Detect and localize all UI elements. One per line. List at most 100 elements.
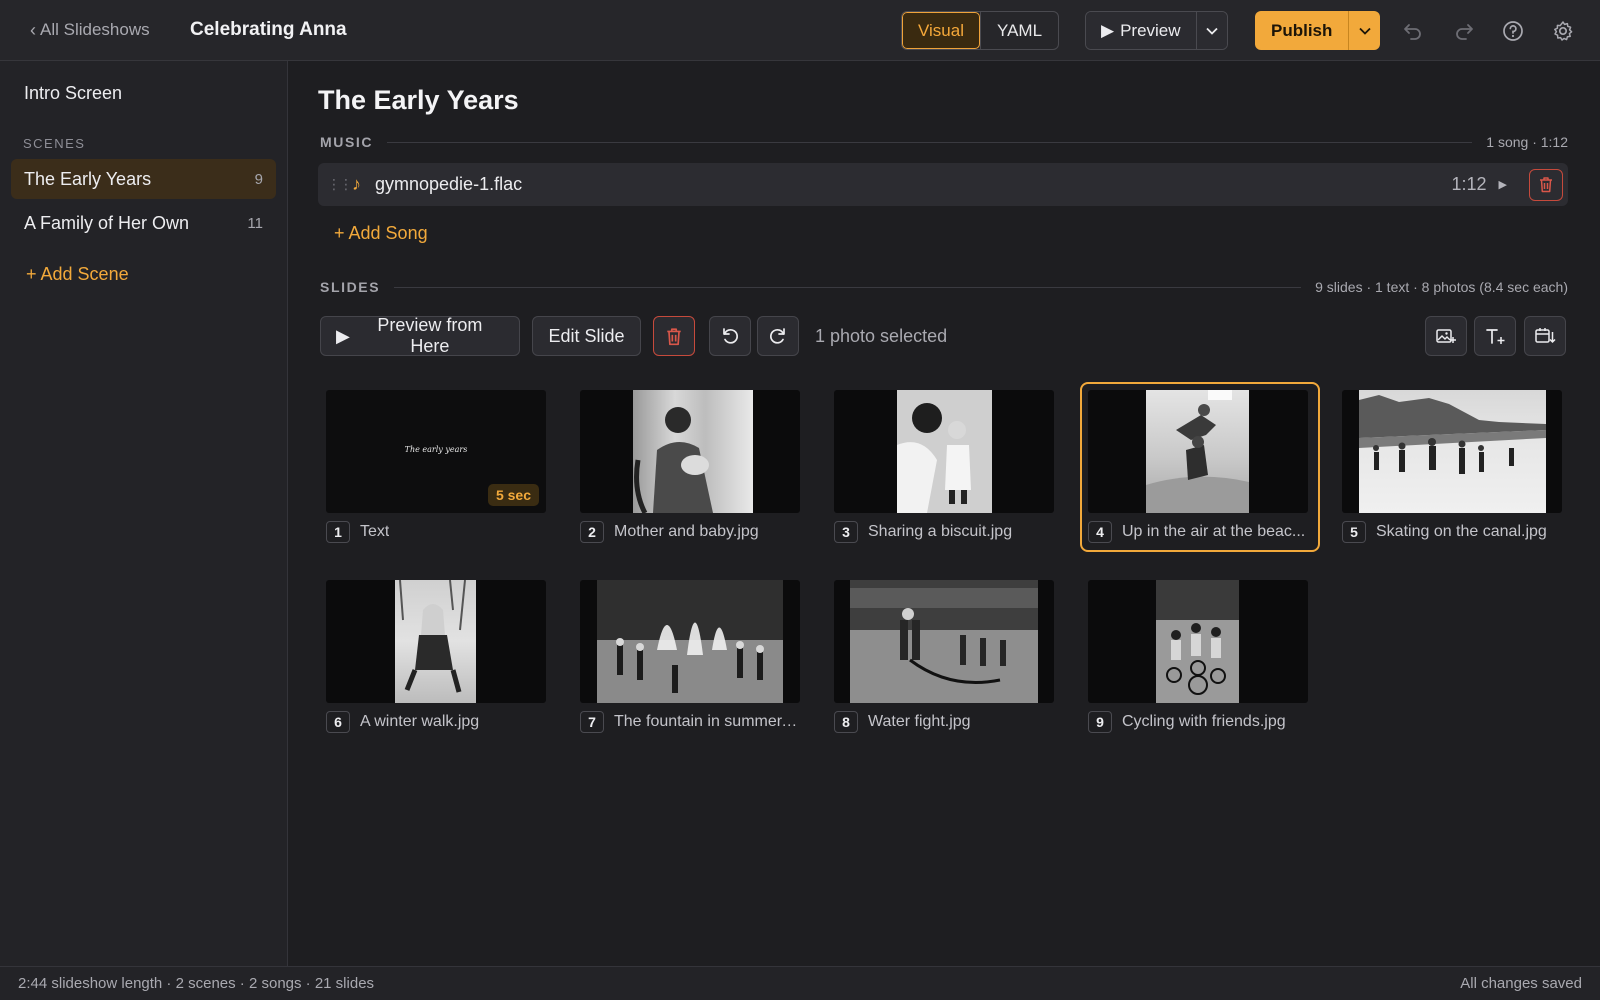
song-duration: 1:12 [1451, 174, 1487, 194]
slide-name: Sharing a biscuit.jpg [868, 523, 1013, 540]
slide-card[interactable]: 5 Skating on the canal.jpg [1342, 390, 1562, 543]
sort-slides-button[interactable] [1524, 316, 1566, 356]
slide-card[interactable]: 2 Mother and baby.jpg [580, 390, 800, 543]
slide-caption: 5 Skating on the canal.jpg [1342, 521, 1562, 543]
slide-number: 5 [1342, 521, 1366, 543]
slide-thumbnail[interactable] [580, 580, 800, 703]
photo-image [1359, 390, 1546, 513]
add-text-icon [1486, 329, 1505, 344]
slide-caption: 2 Mother and baby.jpg [580, 521, 800, 543]
back-to-slideshows-link[interactable]: ‹ All Slideshows [30, 20, 150, 40]
slide-thumbnail[interactable] [326, 580, 546, 703]
tab-visual[interactable]: Visual [902, 12, 980, 49]
preview-from-here-button[interactable]: ▶ Preview from Here [320, 315, 520, 356]
music-section-label: MUSIC [320, 134, 374, 150]
slide-thumbnail[interactable]: The early years 5 sec [326, 390, 546, 513]
rotate-right-button[interactable] [757, 316, 799, 356]
slide-card[interactable]: 6 A winter walk.jpg [326, 580, 546, 733]
photo-image [897, 390, 992, 513]
drag-handle-icon[interactable]: ⋮⋮ [327, 176, 353, 193]
slide-card[interactable]: 3 Sharing a biscuit.jpg [834, 390, 1054, 543]
slide-card[interactable]: 7 The fountain in summer.... [580, 580, 800, 733]
duration-badge: 5 sec [487, 484, 539, 506]
photo-image [597, 580, 783, 703]
slides-section-label: SLIDES [320, 279, 381, 295]
chevron-down-icon [1359, 27, 1371, 35]
rotate-left-button[interactable] [709, 316, 751, 356]
slide-number: 3 [834, 521, 858, 543]
slide-name: Skating on the canal.jpg [1376, 523, 1547, 540]
trash-icon [1540, 177, 1552, 193]
chevron-down-icon [1205, 27, 1218, 35]
back-link-label: All Slideshows [40, 20, 150, 39]
photo-image [1146, 390, 1249, 513]
play-song-icon[interactable]: ▶ [1499, 178, 1507, 191]
slide-thumbnail[interactable] [580, 390, 800, 513]
slide-name: Mother and baby.jpg [614, 523, 759, 540]
divider [387, 141, 1473, 143]
selection-status: 1 photo selected [815, 326, 948, 346]
slideshow-title: Celebrating Anna [190, 19, 347, 40]
trash-icon [667, 327, 681, 345]
music-section-header: MUSIC 1 song · 1:12 [320, 132, 1568, 152]
top-bar: ‹ All Slideshows Celebrating Anna Visual… [0, 0, 1600, 61]
scene-label: The Early Years [24, 168, 152, 189]
scene-label: A Family of Her Own [24, 212, 190, 233]
preview-from-here-label: Preview from Here [377, 315, 483, 356]
slide-thumbnail[interactable] [1088, 390, 1308, 513]
slide-thumbnail[interactable] [1342, 390, 1562, 513]
sidebar-item-intro-screen[interactable]: Intro Screen [24, 83, 122, 104]
song-row[interactable]: ⋮⋮ ♪ gymnopedie-1.flac 1:12 ▶ [318, 163, 1568, 206]
add-scene-button[interactable]: + Add Scene [26, 264, 129, 285]
tab-yaml[interactable]: YAML [980, 12, 1058, 49]
add-photo-button[interactable] [1425, 316, 1467, 356]
slideshow-summary: 2:44 slideshow length · 2 scenes · 2 son… [18, 975, 375, 992]
slide-number: 1 [326, 521, 350, 543]
redo-button[interactable] [1451, 18, 1477, 44]
scene-editor: The Early Years MUSIC 1 song · 1:12 ⋮⋮ ♪… [289, 61, 1600, 966]
slide-caption: 9 Cycling with friends.jpg [1088, 711, 1308, 733]
undo-button[interactable] [1400, 18, 1426, 44]
help-button[interactable] [1500, 18, 1526, 44]
slide-thumbnail[interactable] [834, 580, 1054, 703]
preview-button[interactable]: ▶ Preview [1086, 12, 1196, 49]
scene-slide-count: 9 [254, 170, 263, 188]
remove-song-button[interactable] [1529, 168, 1563, 201]
slide-name: A winter walk.jpg [360, 713, 480, 730]
mode-switcher: Visual YAML [901, 11, 1060, 50]
slide-number: 2 [580, 521, 604, 543]
scenes-section-label: SCENES [23, 136, 86, 151]
play-icon: ▶ [1101, 20, 1115, 40]
slide-number: 9 [1088, 711, 1112, 733]
rotate-right-icon [770, 328, 785, 344]
slide-name: Cycling with friends.jpg [1122, 713, 1286, 730]
edit-slide-button[interactable]: Edit Slide [532, 316, 641, 356]
publish-button[interactable]: Publish [1255, 11, 1349, 50]
slide-thumbnail[interactable] [1088, 580, 1308, 703]
sidebar-item-the-early-years[interactable]: The Early Years 9 [11, 159, 276, 199]
preview-options-button[interactable] [1195, 12, 1227, 49]
delete-slide-button[interactable] [653, 316, 695, 356]
sidebar-item-a-family-of-her-own[interactable]: A Family of Her Own 11 [11, 203, 276, 243]
settings-button[interactable] [1550, 18, 1576, 44]
slide-card[interactable]: The early years 5 sec 1 Text [326, 390, 546, 543]
gear-icon [1554, 21, 1573, 41]
redo-icon [1456, 24, 1473, 40]
photo-image [395, 580, 476, 703]
slide-name: Water fight.jpg [868, 713, 971, 730]
slide-name: The fountain in summer.... [614, 713, 798, 730]
slide-caption: 1 Text [326, 521, 546, 543]
status-bar: 2:44 slideshow length · 2 scenes · 2 son… [0, 966, 1600, 1000]
slide-card[interactable]: 8 Water fight.jpg [834, 580, 1054, 733]
slides-section-header: SLIDES 9 slides · 1 text · 8 photos (8.4… [320, 277, 1568, 297]
slide-number: 6 [326, 711, 350, 733]
help-icon [1503, 21, 1523, 41]
publish-options-button[interactable] [1348, 11, 1381, 50]
slide-card[interactable]: 9 Cycling with friends.jpg [1088, 580, 1308, 733]
slide-card-selected[interactable]: 4 Up in the air at the beac... [1080, 382, 1320, 552]
add-song-button[interactable]: + Add Song [334, 223, 428, 244]
preview-label: Preview [1120, 20, 1181, 40]
slide-thumbnail[interactable] [834, 390, 1054, 513]
slide-caption: 6 A winter walk.jpg [326, 711, 546, 733]
add-text-slide-button[interactable] [1474, 316, 1516, 356]
